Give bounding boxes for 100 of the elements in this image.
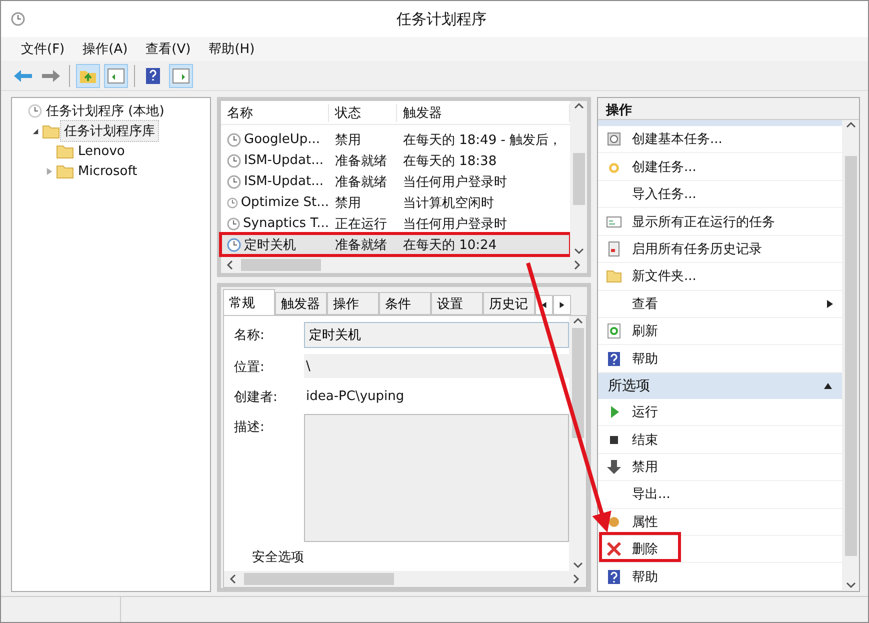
- triangle-icon: [32, 128, 38, 134]
- clock-icon: [227, 174, 241, 188]
- table-cell-text: 在每天的 18:49 - 触发后，: [402, 132, 563, 148]
- down-arrow-icon: [606, 458, 622, 475]
- action-item[interactable]: 帮助: [598, 563, 842, 591]
- table-cell: Synaptics T...: [221, 216, 329, 231]
- scroll-thumb[interactable]: [572, 153, 584, 205]
- clock-icon: [227, 154, 241, 168]
- scrollbar[interactable]: [224, 571, 586, 587]
- action-item[interactable]: 结束: [598, 426, 842, 454]
- clock-icon: [227, 238, 241, 252]
- action-item[interactable]: 删除: [598, 536, 842, 564]
- help-icon: [606, 568, 622, 585]
- field-label: 名称:: [234, 327, 266, 345]
- action-item[interactable]: 启用所有任务历史记录: [598, 236, 842, 264]
- table-cell-text: 当计算机空闲时: [402, 194, 495, 212]
- tab[interactable]: 历史记: [483, 292, 535, 315]
- action-item[interactable]: 创建基本任务...: [598, 126, 842, 154]
- table-cell: 定时关机: [221, 236, 329, 254]
- folder-icon: [606, 268, 622, 284]
- folder-icon: [42, 124, 60, 138]
- column-header[interactable]: 名称: [221, 104, 329, 122]
- window-title: 任务计划程序: [396, 10, 488, 28]
- location-value: \: [304, 354, 569, 378]
- folder-icon: [56, 144, 74, 158]
- document-icon: [606, 240, 622, 257]
- menu-item[interactable]: 文件(F): [13, 38, 73, 60]
- scrollbar[interactable]: [570, 101, 587, 257]
- action-item[interactable]: 查看: [598, 290, 842, 318]
- table-cell-text: 在每天的 18:38: [402, 152, 498, 170]
- tab[interactable]: 触发器: [275, 292, 327, 315]
- app-clock-icon: [11, 12, 25, 26]
- action-item[interactable]: 禁用: [598, 454, 842, 482]
- table-cell-text: 正在运行: [334, 216, 388, 232]
- tree-item[interactable]: Lenovo: [74, 142, 129, 160]
- task-row[interactable]: Synaptics T... 正在运行 当任何用户登录时: [221, 213, 570, 234]
- action-item[interactable]: 创建任务...: [598, 153, 842, 181]
- action-item[interactable]: 属性: [598, 508, 842, 536]
- scroll-thumb[interactable]: [572, 328, 584, 438]
- tab[interactable]: 设置: [431, 292, 483, 315]
- tab[interactable]: 常规: [223, 289, 275, 315]
- table-cell: ISM-Updat...: [221, 174, 329, 189]
- task-icon: [606, 131, 622, 148]
- tree-item[interactable]: 任务计划程序 (本地): [42, 100, 168, 122]
- scroll-thumb[interactable]: [244, 573, 394, 585]
- tab[interactable]: 条件: [379, 292, 431, 315]
- section-label: 安全选项: [251, 549, 304, 566]
- table-cell: Optimize St...: [221, 195, 329, 210]
- triangle-icon: [824, 382, 832, 390]
- column-header[interactable]: 状态: [329, 104, 397, 122]
- tab-scroll-right-button[interactable]: [553, 295, 571, 315]
- scrollbar[interactable]: [569, 316, 586, 571]
- field-label: 创建者:: [234, 389, 278, 407]
- table-cell-text: 在每天的 10:24: [402, 236, 498, 254]
- panel-header: 操作: [598, 98, 859, 120]
- task-row[interactable]: ISM-Updat... 准备就绪 在每天的 18:38: [221, 150, 570, 171]
- scroll-thumb[interactable]: [844, 156, 856, 556]
- name-field[interactable]: 定时关机: [304, 322, 569, 348]
- description-field[interactable]: [304, 414, 569, 542]
- cross-icon: [606, 541, 622, 558]
- panel-icon[interactable]: [104, 64, 128, 88]
- list-icon: [606, 214, 622, 230]
- triangle-icon: [559, 302, 565, 308]
- scrollbar[interactable]: [221, 257, 587, 273]
- tree-item[interactable]: Microsoft: [74, 162, 142, 180]
- menu-item[interactable]: 操作(A): [74, 38, 136, 60]
- section-header[interactable]: 所选项: [598, 372, 842, 399]
- field-label: 描述:: [234, 419, 266, 437]
- clock-icon: [227, 196, 238, 210]
- scroll-thumb[interactable]: [241, 259, 321, 271]
- field-label: 位置:: [234, 359, 266, 377]
- table-cell-text: 准备就绪: [334, 174, 388, 190]
- tree-item[interactable]: 任务计划程序库: [60, 120, 159, 142]
- table-cell-text: 禁用: [334, 132, 362, 148]
- task-row[interactable]: GoogleUp... 禁用 在每天的 18:49 - 触发后，: [221, 129, 570, 150]
- folder-icon: [56, 164, 74, 178]
- clock-icon: [227, 216, 240, 230]
- menu-item[interactable]: 查看(V): [138, 38, 199, 60]
- action-item[interactable]: 新文件夹...: [598, 263, 842, 291]
- action-item[interactable]: 运行: [598, 398, 842, 426]
- scrollbar[interactable]: [842, 120, 859, 591]
- table-cell-text: 当任何用户登录时: [402, 174, 508, 190]
- triangle-icon: [826, 300, 834, 308]
- folder-up-icon[interactable]: [76, 64, 100, 88]
- table-cell: GoogleUp...: [221, 132, 329, 147]
- task-row[interactable]: 定时关机 准备就绪 在每天的 10:24: [221, 234, 570, 255]
- triangle-icon: [46, 168, 52, 174]
- table-cell-text: 准备就绪: [334, 152, 388, 170]
- triangle-icon: [541, 302, 547, 308]
- menu-item[interactable]: 帮助(H): [200, 38, 263, 60]
- task-row[interactable]: ISM-Updat... 准备就绪 当任何用户登录时: [221, 171, 570, 192]
- panel-icon[interactable]: [169, 64, 193, 88]
- refresh-icon: [606, 323, 622, 340]
- tab[interactable]: 操作: [327, 292, 379, 315]
- clock-icon: [227, 132, 241, 146]
- action-item[interactable]: 显示所有正在运行的任务: [598, 208, 842, 236]
- clock-icon: [28, 104, 42, 118]
- action-item[interactable]: 刷新: [598, 318, 842, 346]
- help-icon: [606, 350, 622, 367]
- task-row[interactable]: Optimize St... 禁用 当计算机空闲时: [221, 192, 570, 213]
